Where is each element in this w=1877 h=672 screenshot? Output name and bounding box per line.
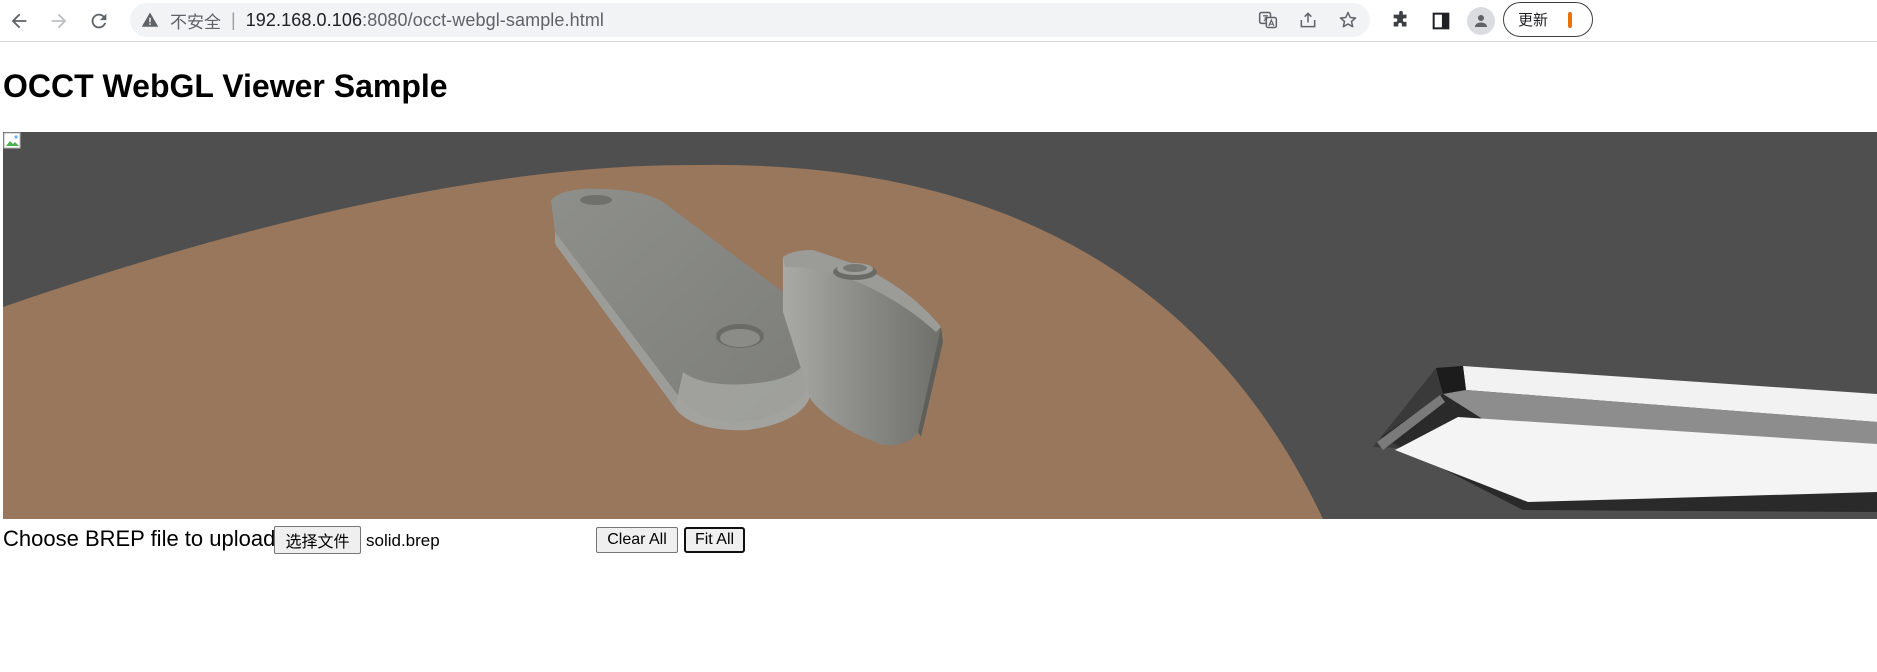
side-panel-icon[interactable]	[1425, 5, 1457, 37]
clear-all-button[interactable]: Clear All	[596, 527, 678, 553]
forward-button[interactable]	[43, 5, 75, 37]
viewer-scene	[3, 164, 1877, 519]
extensions-icon[interactable]	[1385, 5, 1417, 37]
upload-label: Choose BREP file to upload:	[3, 526, 282, 551]
file-controls: Choose BREP file to upload: 选择文件 solid.b…	[3, 524, 903, 556]
back-button[interactable]	[3, 5, 35, 37]
update-indicator	[1568, 12, 1572, 28]
page-title: OCCT WebGL Viewer Sample	[3, 68, 448, 104]
url-host: 192.168.0.106	[245, 9, 363, 30]
arrow-right-icon	[51, 13, 67, 29]
browser-toolbar: 不安全 | 192.168.0.106:8080/occt-webgl-samp…	[0, 0, 1877, 42]
arrow-left-icon	[11, 13, 27, 29]
fit-all-button[interactable]: Fit All	[684, 527, 745, 553]
profile-avatar[interactable]	[1465, 5, 1497, 37]
url-separator: |	[231, 9, 236, 30]
update-button[interactable]: 更新	[1503, 2, 1593, 37]
broken-image-icon	[3, 132, 21, 149]
choose-file-button[interactable]: 选择文件	[274, 526, 361, 554]
translate-icon[interactable]	[1254, 6, 1282, 34]
reload-button[interactable]	[83, 5, 115, 37]
url-text[interactable]: 192.168.0.106:8080/occt-webgl-sample.htm…	[246, 10, 604, 31]
webgl-viewer-canvas[interactable]	[3, 132, 1877, 519]
reload-icon	[91, 13, 107, 29]
address-bar[interactable]: 不安全 | 192.168.0.106:8080/occt-webgl-samp…	[130, 3, 1370, 37]
navigation-cube	[1373, 366, 1877, 512]
update-label: 更新	[1518, 11, 1549, 29]
security-label[interactable]: 不安全	[170, 8, 221, 33]
selected-file-name: solid.brep	[366, 531, 440, 550]
share-icon[interactable]	[1294, 6, 1322, 34]
person-icon	[1467, 7, 1495, 35]
url-path: :8080/occt-webgl-sample.html	[362, 9, 605, 30]
bookmark-star-icon[interactable]	[1334, 6, 1362, 34]
warning-icon	[140, 10, 160, 30]
